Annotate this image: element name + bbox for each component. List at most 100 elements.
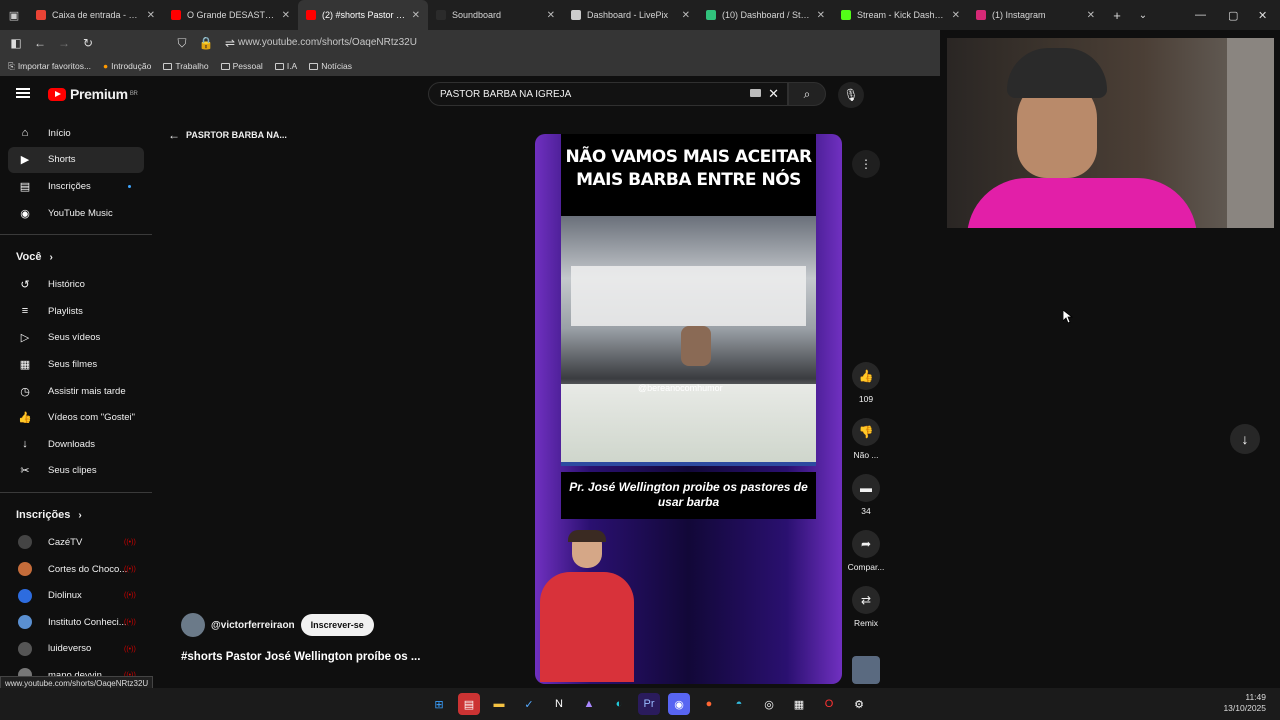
- tab-close-icon[interactable]: ✕: [817, 10, 825, 21]
- tab-3[interactable]: Soundboard ✕: [428, 0, 563, 30]
- bookmark-intro[interactable]: ● Introdução: [103, 61, 151, 71]
- calendar-icon[interactable]: ▦: [788, 693, 810, 715]
- notion-icon[interactable]: N: [548, 693, 570, 715]
- webcam-overlay: [947, 38, 1274, 228]
- start-icon[interactable]: ⊞: [428, 693, 450, 715]
- address-bar[interactable]: www.youtube.com/shorts/OaqeNRtz32U: [238, 37, 417, 48]
- tab-5[interactable]: (10) Dashboard / Streamlab ✕: [698, 0, 833, 30]
- subscription-item[interactable]: Cortes do Choco... ((•)): [0, 556, 160, 583]
- voice-search-button[interactable]: 🎙: [838, 82, 864, 108]
- share-button[interactable]: ➦ Compar...: [846, 530, 886, 572]
- avatar[interactable]: [181, 613, 205, 637]
- tab-actions-icon[interactable]: ▣: [0, 9, 28, 22]
- import-icon: ⎘: [8, 60, 15, 71]
- bookmark-ia[interactable]: I.A: [274, 61, 297, 71]
- sidebar-item-inscri-es[interactable]: ▤ Inscrições: [0, 173, 160, 200]
- subscription-item[interactable]: Instituto Conheci... ((•)): [0, 609, 160, 636]
- bookmark-trabalho[interactable]: Trabalho: [163, 61, 209, 71]
- subscription-item[interactable]: luideverso ((•)): [0, 636, 160, 663]
- channel-thumbnail[interactable]: [852, 656, 880, 684]
- tab-0[interactable]: Caixa de entrada - hudsonf ✕: [28, 0, 163, 30]
- app-icon[interactable]: ▤: [458, 693, 480, 715]
- bookmark-noticias[interactable]: Notícias: [309, 61, 352, 71]
- sidebar-toggle-icon[interactable]: ◧: [4, 36, 28, 50]
- remix-button[interactable]: ⇄ Remix: [846, 586, 886, 628]
- sidebar-item-youtube-music[interactable]: ◉ YouTube Music: [0, 200, 160, 227]
- lock-icon[interactable]: 🔒: [194, 36, 218, 50]
- reload-icon[interactable]: ↻: [76, 36, 100, 50]
- sidebar-item-you-4[interactable]: ◷ Assistir mais tarde: [0, 378, 160, 405]
- tab-2[interactable]: (2) #shorts Pastor José ✕: [298, 0, 428, 30]
- sidebar-item-you-3[interactable]: ▦ Seus filmes: [0, 351, 160, 378]
- like-button[interactable]: 👍 109: [846, 362, 886, 404]
- maximize-icon[interactable]: ▢: [1228, 0, 1238, 30]
- sidebar-item-you-0[interactable]: ↺ Histórico: [0, 271, 160, 298]
- opera-icon[interactable]: O: [818, 693, 840, 715]
- channel-name[interactable]: @victorferreiraon: [211, 620, 295, 631]
- short-video-player[interactable]: NÃO VAMOS MAIS ACEITAR MAIS BARBA ENTRE …: [535, 134, 842, 684]
- menu-icon[interactable]: [16, 88, 30, 98]
- tab-close-icon[interactable]: ✕: [952, 10, 960, 21]
- sidebar-item-you-1[interactable]: ≡ Playlists: [0, 298, 160, 325]
- comments-button[interactable]: ▬ 34: [846, 474, 886, 516]
- copilot-icon[interactable]: ◐: [608, 693, 630, 715]
- sidebar-item-shorts[interactable]: ▶ Shorts: [8, 146, 144, 174]
- tab-close-icon[interactable]: ✕: [682, 10, 690, 21]
- bookmark-import[interactable]: ⎘ Importar favoritos...: [8, 61, 91, 72]
- folder-icon: [220, 62, 230, 70]
- settings-icon[interactable]: ⚙: [848, 693, 870, 715]
- window-close-icon[interactable]: ✕: [1258, 0, 1267, 30]
- arrow-down-icon: ↓: [1241, 431, 1249, 447]
- sidebar-item-label: Início: [48, 127, 71, 139]
- sidebar-item-you-7[interactable]: ✂ Seus clipes: [0, 458, 160, 485]
- keyboard-icon[interactable]: [750, 89, 761, 97]
- tab-4[interactable]: Dashboard - LivePix ✕: [563, 0, 698, 30]
- clear-search-icon[interactable]: ✕: [768, 86, 779, 102]
- sidebar-item-you-2[interactable]: ▷ Seus vídeos: [0, 325, 160, 352]
- premiere-icon[interactable]: Pr: [638, 693, 660, 715]
- avatar: [18, 535, 32, 550]
- video-presenter: [535, 522, 655, 682]
- more-options-icon[interactable]: ⋮: [852, 150, 880, 178]
- tab-close-icon[interactable]: ✕: [282, 10, 290, 21]
- channel-info: @victorferreiraon Inscrever-se: [181, 613, 374, 637]
- youtube-premium-logo[interactable]: Premium BR: [48, 86, 138, 102]
- search-input[interactable]: PASTOR BARBA NA IGREJA ✕: [428, 82, 788, 106]
- tab-close-icon[interactable]: ✕: [1087, 10, 1095, 21]
- file-explorer-icon[interactable]: ▬: [488, 693, 510, 715]
- discord-icon[interactable]: ◉: [668, 693, 690, 715]
- sidebar-item-you-6[interactable]: ↓ Downloads: [0, 431, 160, 458]
- system-clock[interactable]: 11:49 13/10/2025: [1223, 692, 1266, 714]
- tab-list-icon[interactable]: ⌄: [1131, 10, 1155, 21]
- next-short-button[interactable]: ↓: [1230, 424, 1260, 454]
- bookmark-pessoal[interactable]: Pessoal: [220, 61, 263, 71]
- subscription-item[interactable]: CazéTV ((•)): [0, 529, 160, 556]
- subscription-item[interactable]: Diolinux ((•)): [0, 582, 160, 609]
- affinity-icon[interactable]: ▲: [578, 693, 600, 715]
- new-tab-icon[interactable]: +: [1103, 8, 1131, 23]
- tab-6[interactable]: Stream - Kick Dashboard ✕: [833, 0, 968, 30]
- tab-close-icon[interactable]: ✕: [547, 10, 555, 21]
- obs-icon[interactable]: ◎: [758, 693, 780, 715]
- tab-1[interactable]: O Grande DESASTRE Evang ✕: [163, 0, 298, 30]
- tab-close-icon[interactable]: ✕: [147, 10, 155, 21]
- section-you[interactable]: Você ›: [0, 243, 160, 271]
- subscribe-button[interactable]: Inscrever-se: [300, 614, 374, 636]
- tab-7[interactable]: (1) Instagram ✕: [968, 0, 1103, 30]
- sidebar-item-in-cio[interactable]: ⌂ Início: [0, 120, 160, 147]
- dislike-button[interactable]: 👎 Não ...: [846, 418, 886, 460]
- back-to-search[interactable]: ← PASRTOR BARBA NA...: [168, 128, 287, 142]
- forward-icon[interactable]: →: [52, 36, 76, 50]
- firefox-taskbar-icon[interactable]: ●: [698, 693, 720, 715]
- search-button[interactable]: ⌕: [788, 82, 826, 106]
- edge-icon[interactable]: ◓: [728, 693, 750, 715]
- video-description[interactable]: #shorts Pastor José Wellington proíbe os…: [181, 651, 420, 663]
- todo-icon[interactable]: ✓: [518, 693, 540, 715]
- sidebar-item-you-5[interactable]: 👍 Vídeos com "Gostei": [0, 404, 160, 431]
- minimize-icon[interactable]: —: [1195, 0, 1206, 30]
- shield-icon[interactable]: ⛉: [170, 36, 194, 51]
- subscription-label: CazéTV: [48, 536, 83, 548]
- back-icon[interactable]: ←: [28, 36, 52, 50]
- tab-close-icon[interactable]: ✕: [412, 10, 420, 21]
- section-subscriptions[interactable]: Inscrições ›: [0, 501, 160, 529]
